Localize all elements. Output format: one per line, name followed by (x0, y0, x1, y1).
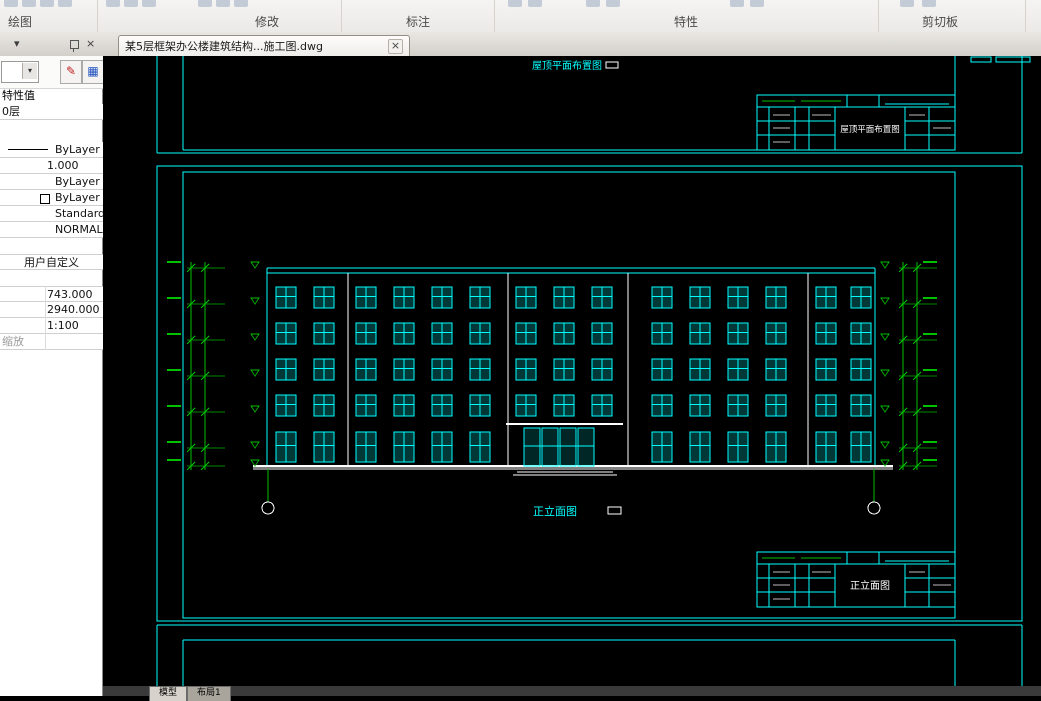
toolbar-icon[interactable] (528, 0, 542, 7)
toolbar-icon[interactable] (4, 0, 18, 7)
cad-drawing[interactable]: 屋顶平面布置图 屋顶平面布置图 正立面图 正立面图 (103, 56, 1041, 686)
palette-toolbar: ▾ ✎ ▦ (0, 56, 104, 89)
property-value: 用户自定义 (24, 256, 79, 269)
properties-palette: ▾ ✎ ▦ 特性值 0层 ByLayer 1.000 ByLayer ByLay… (0, 56, 104, 696)
toolbar-icon[interactable] (750, 0, 764, 7)
palette-close-icon[interactable]: × (86, 38, 95, 50)
property-value: Standard (55, 207, 103, 220)
toolbar-icon[interactable] (234, 0, 248, 7)
ribbon: 绘图 修改 标注 特性 剪切板 (0, 0, 1041, 33)
color-swatch (40, 194, 50, 204)
document-tab-title: 某5层框架办公楼建筑结构...施工图.dwg (125, 40, 323, 53)
document-tab[interactable]: 某5层框架办公楼建筑结构...施工图.dwg × (118, 35, 410, 56)
selection-combobox[interactable]: ▾ (1, 61, 39, 83)
scale-box (607, 506, 622, 515)
toolbar-icon[interactable] (922, 0, 936, 7)
titleblock-elevation (756, 551, 956, 608)
sheet-elevation-border (156, 165, 1023, 622)
property-value: NORMAL (55, 223, 103, 236)
edit-selection-button[interactable]: ▦ (82, 60, 104, 84)
palette-menu-icon[interactable]: ▾ (14, 38, 20, 50)
palette-pin-icon[interactable] (70, 40, 79, 52)
scale-box (605, 61, 619, 69)
document-tabbar: ▾ × 某5层框架办公楼建筑结构...施工图.dwg × (0, 32, 1041, 57)
toolbar-icon[interactable] (900, 0, 914, 7)
tab-layout1[interactable]: 布局1 (187, 686, 231, 701)
property-row[interactable]: ByLayer (0, 142, 103, 158)
toolbar-icon[interactable] (216, 0, 230, 7)
titleblock-elevation-name: 正立面图 (850, 579, 890, 592)
ribbon-group-draw[interactable]: 绘图 (8, 13, 32, 30)
palette-column-divider (45, 286, 46, 350)
property-value: 缩放 (2, 335, 24, 348)
property-value: 2940.000 (47, 303, 100, 316)
ribbon-separator (878, 0, 879, 32)
property-value: 0层 (2, 105, 20, 118)
ribbon-separator (1025, 0, 1026, 32)
property-row[interactable]: 2940.000 (0, 302, 103, 318)
property-value: 1.000 (47, 159, 79, 172)
linetype-swatch (8, 149, 48, 150)
ribbon-separator (341, 0, 342, 32)
toolbar-icon[interactable] (22, 0, 36, 7)
property-row[interactable]: 1:100 (0, 318, 103, 334)
property-row[interactable]: 743.000 (0, 286, 103, 302)
elevation-drawing (167, 261, 937, 515)
toolbar-icon[interactable] (586, 0, 600, 7)
property-row[interactable]: 缩放 (0, 334, 103, 350)
toolbar-icon[interactable] (198, 0, 212, 7)
chevron-down-icon[interactable]: ▾ (22, 63, 37, 79)
toolbar-icon[interactable] (124, 0, 138, 7)
toolbar-icon[interactable] (142, 0, 156, 7)
palette-header: 特性值 (2, 89, 35, 102)
property-row-layer[interactable]: 0层 (0, 104, 103, 120)
sheet-bottom (156, 624, 1023, 686)
ribbon-separator (97, 0, 98, 32)
tab-model[interactable]: 模型 (149, 686, 188, 701)
ribbon-separator (494, 0, 495, 32)
property-row[interactable]: ByLayer (0, 174, 103, 190)
cad-application-window: 绘图 修改 标注 特性 剪切板 ▾ × 某5层框架办公楼建筑结构...施工图.d… (0, 0, 1041, 701)
property-row[interactable]: 1.000 (0, 158, 103, 174)
drawing-canvas[interactable]: 屋顶平面布置图 屋顶平面布置图 正立面图 正立面图 (103, 56, 1041, 686)
property-row[interactable]: ByLayer (0, 190, 103, 206)
layout-tab-strip: 模型 布局1 (103, 686, 1041, 701)
sheet-top-title: 屋顶平面布置图 (532, 60, 602, 72)
property-row-section[interactable]: 用户自定义 (0, 254, 103, 270)
toolbar-icon[interactable] (58, 0, 72, 7)
toolbar-icon[interactable] (730, 0, 744, 7)
property-value: 1:100 (47, 319, 79, 332)
titleblock-top (756, 94, 956, 151)
toolbar-icon[interactable] (40, 0, 54, 7)
ribbon-group-properties[interactable]: 特性 (674, 13, 698, 30)
document-tab-close-icon[interactable]: × (388, 38, 403, 54)
property-value: ByLayer (55, 175, 100, 188)
property-value: 743.000 (47, 288, 93, 301)
titleblock-top-name: 屋顶平面布置图 (840, 124, 900, 135)
property-row[interactable]: NORMAL (0, 222, 103, 238)
property-row[interactable]: Standard (0, 206, 103, 222)
ribbon-group-annotate[interactable]: 标注 (406, 13, 430, 30)
property-value: ByLayer (55, 191, 100, 204)
toolbar-icon[interactable] (606, 0, 620, 7)
toolbar-icon[interactable] (508, 0, 522, 7)
property-value: ByLayer (55, 143, 100, 156)
toolbar-icon[interactable] (106, 0, 120, 7)
ribbon-group-modify[interactable]: 修改 (255, 13, 279, 30)
quick-select-button[interactable]: ✎ (60, 60, 82, 84)
elevation-title: 正立面图 (533, 504, 577, 518)
ribbon-group-clipboard[interactable]: 剪切板 (922, 13, 958, 30)
entrance-doors (506, 423, 623, 476)
